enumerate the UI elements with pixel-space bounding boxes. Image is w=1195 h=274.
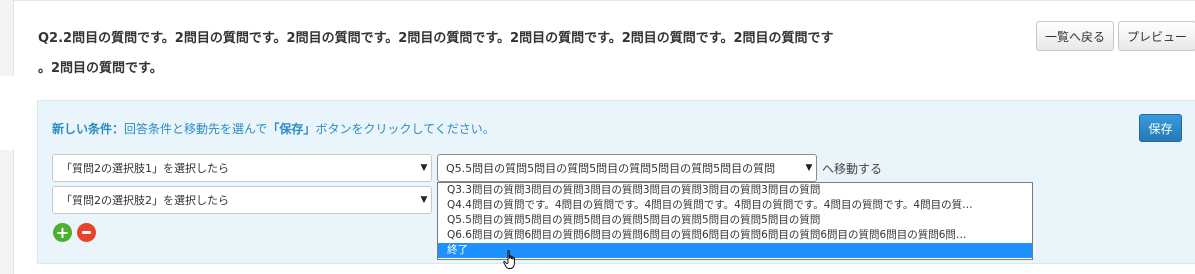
dropdown-option-selected[interactable]: 終了 bbox=[438, 243, 1032, 258]
question-line-1: Q2.2問目の質問です。2問目の質問です。2問目の質問です。2問目の質問です。2… bbox=[38, 31, 834, 46]
dropdown-option[interactable]: Q5.5問目の質問5問目の質問5問目の質問5問目の質問5問目の質問5問目の質問 bbox=[438, 213, 1032, 228]
dropdown-arrow-icon: ▼ bbox=[420, 195, 428, 205]
dropdown-arrow-icon: ▼ bbox=[420, 163, 428, 173]
hand-pointer-icon bbox=[503, 250, 515, 269]
minus-circle-icon[interactable] bbox=[77, 223, 96, 242]
condition-select-2-value: 「質問2の選択肢2」を選択したら bbox=[61, 194, 229, 207]
question-line-2: 。2問目の質問です。 bbox=[38, 61, 163, 76]
destination-dropdown-list[interactable]: Q3.3問目の質問3問目の質問3問目の質問3問目の質問3問目の質問3問目の質問 … bbox=[437, 182, 1033, 260]
move-to-label: へ移動する bbox=[822, 162, 883, 176]
destination-select[interactable]: Q5.5問目の質問5問目の質問5問目の質問5問目の質問5問目の質問 ▼ bbox=[437, 154, 817, 182]
back-to-list-button[interactable]: 一覧へ戻る bbox=[1036, 21, 1114, 51]
instruction-save-word: 「保存」 bbox=[267, 122, 316, 136]
instruction-heading: 新しい条件： bbox=[52, 122, 125, 136]
plus-circle-icon[interactable]: + bbox=[53, 223, 72, 242]
instruction-part-2: ボタンをクリックしてください。 bbox=[315, 122, 495, 136]
dropdown-option[interactable]: Q3.3問目の質問3問目の質問3問目の質問3問目の質問3問目の質問3問目の質問 bbox=[438, 183, 1032, 198]
left-gutter-top bbox=[0, 0, 14, 76]
instruction-text: 新しい条件：回答条件と移動先を選んで「保存」ボタンをクリックしてください。 bbox=[52, 120, 495, 137]
dropdown-option[interactable]: Q6.6問目の質問6問目の質問6問目の質問6問目の質問6問目の質問6問目の質問6… bbox=[438, 228, 1032, 243]
condition-select-2[interactable]: 「質問2の選択肢2」を選択したら ▼ bbox=[52, 186, 432, 214]
dropdown-option[interactable]: Q4.4問目の質問です。4問目の質問です。4問目の質問です。4問目の質問です。4… bbox=[438, 198, 1032, 213]
save-button[interactable]: 保存 bbox=[1139, 114, 1182, 142]
condition-select-1[interactable]: 「質問2の選択肢1」を選択したら ▼ bbox=[52, 154, 432, 182]
top-divider bbox=[0, 0, 1195, 1]
question-title: Q2.2問目の質問です。2問目の質問です。2問目の質問です。2問目の質問です。2… bbox=[38, 24, 1018, 84]
instruction-part-1: 回答条件と移動先を選んで bbox=[124, 122, 268, 136]
dropdown-arrow-icon: ▼ bbox=[805, 163, 813, 173]
left-gutter-bottom bbox=[0, 150, 14, 274]
condition-select-1-value: 「質問2の選択肢1」を選択したら bbox=[61, 162, 229, 175]
preview-button[interactable]: プレビュー bbox=[1118, 21, 1195, 51]
destination-select-value: Q5.5問目の質問5問目の質問5問目の質問5問目の質問5問目の質問 bbox=[446, 162, 776, 175]
